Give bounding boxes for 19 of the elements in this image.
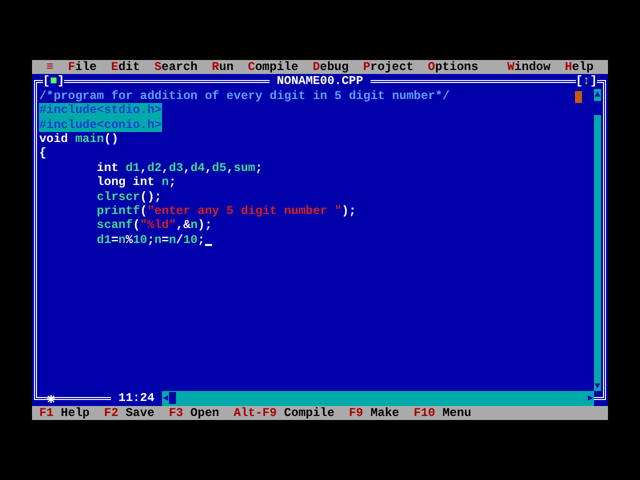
code-line: clrscr(); (96, 190, 162, 204)
scroll-thumb[interactable] (594, 100, 601, 115)
code-line: { (39, 146, 46, 161)
shortcut-hint[interactable]: F1 Help (39, 406, 90, 420)
close-button[interactable]: [■] (42, 74, 64, 89)
vertical-scrollbar[interactable] (594, 88, 601, 392)
shortcut-hint[interactable]: F3 Open (168, 406, 220, 420)
bookmark-marker (574, 91, 582, 104)
code-line: /*program for addition of every digit in 5 digit number*/ (39, 88, 450, 104)
horizontal-scrollbar[interactable] (162, 391, 594, 406)
code-line: int d1,d2,d3,d4,d5,sum; (96, 160, 262, 176)
code-line: d1=n%10;n=n/10; (96, 232, 205, 248)
zoom-button[interactable]: [↕] (576, 74, 598, 89)
code-line: void main() (39, 132, 118, 146)
code-line: printf("enter any 5 digit number "); (96, 204, 356, 218)
code-line: long int n; (96, 175, 176, 190)
code-line: scanf("%ld",&n); (96, 218, 212, 233)
shortcut-hint[interactable]: Alt-F9 Compile (234, 406, 334, 420)
scroll-right-icon[interactable] (586, 393, 594, 404)
